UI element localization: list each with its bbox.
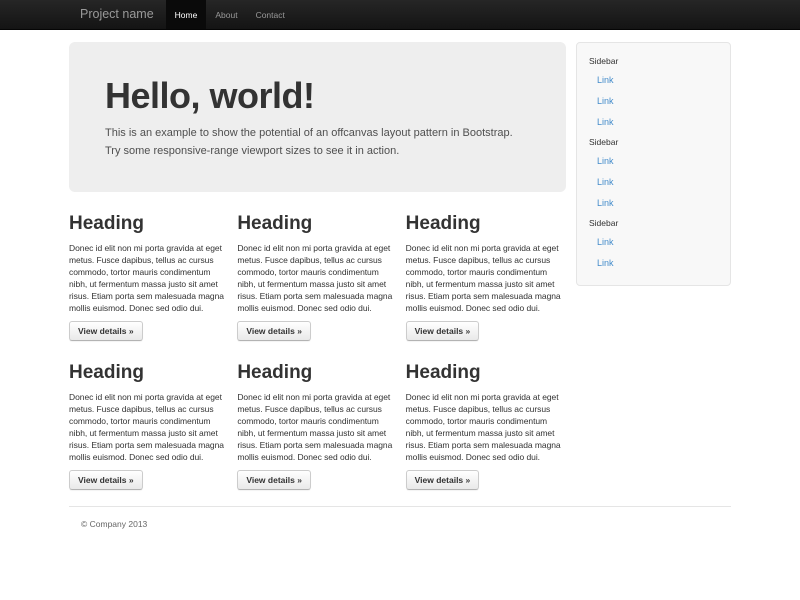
navbar-inner: Project name Home About Contact — [69, 0, 731, 29]
main-nav: Home About Contact — [166, 0, 294, 29]
sidebar-heading: Sidebar — [577, 132, 730, 150]
card-heading: Heading — [237, 212, 397, 236]
content-card: Heading Donec id elit non mi porta gravi… — [237, 212, 397, 341]
sidebar: Sidebar Link Link Link Sidebar Link Link… — [576, 42, 731, 286]
view-details-button[interactable]: View details » — [237, 321, 311, 341]
view-details-button[interactable]: View details » — [69, 470, 143, 490]
cards-row-1: Heading Donec id elit non mi porta gravi… — [69, 212, 566, 341]
card-body-text: Donec id elit non mi porta gravida at eg… — [69, 391, 229, 463]
navbar: Project name Home About Contact — [0, 0, 800, 30]
card-heading: Heading — [406, 212, 566, 236]
card-heading: Heading — [237, 361, 397, 385]
sidebar-heading: Sidebar — [577, 213, 730, 231]
nav-item-contact[interactable]: Contact — [247, 0, 294, 29]
card-heading: Heading — [69, 212, 229, 236]
content-card: Heading Donec id elit non mi porta gravi… — [406, 361, 566, 490]
content-card: Heading Donec id elit non mi porta gravi… — [69, 212, 229, 341]
sidebar-link[interactable]: Link — [577, 231, 730, 252]
view-details-button[interactable]: View details » — [69, 321, 143, 341]
cards-row-2: Heading Donec id elit non mi porta gravi… — [69, 361, 566, 490]
jumbotron: Hello, world! This is an example to show… — [69, 42, 566, 192]
sidebar-heading: Sidebar — [577, 51, 730, 69]
page-container: Hello, world! This is an example to show… — [69, 42, 731, 529]
sidebar-link[interactable]: Link — [577, 111, 730, 132]
copyright-text: © Company 2013 — [69, 519, 731, 529]
sidebar-link[interactable]: Link — [577, 171, 730, 192]
footer: © Company 2013 — [69, 506, 731, 529]
sidebar-link[interactable]: Link — [577, 252, 730, 273]
content-row: Hello, world! This is an example to show… — [69, 42, 731, 490]
card-heading: Heading — [406, 361, 566, 385]
sidebar-link[interactable]: Link — [577, 69, 730, 90]
sidebar-link[interactable]: Link — [577, 150, 730, 171]
footer-divider — [69, 506, 731, 507]
nav-item-about[interactable]: About — [206, 0, 246, 29]
view-details-button[interactable]: View details » — [237, 470, 311, 490]
jumbotron-description: This is an example to show the potential… — [105, 124, 530, 160]
content-card: Heading Donec id elit non mi porta gravi… — [69, 361, 229, 490]
view-details-button[interactable]: View details » — [406, 321, 480, 341]
card-body-text: Donec id elit non mi porta gravida at eg… — [406, 391, 566, 463]
nav-item-home[interactable]: Home — [166, 0, 207, 29]
card-body-text: Donec id elit non mi porta gravida at eg… — [237, 242, 397, 314]
card-heading: Heading — [69, 361, 229, 385]
card-body-text: Donec id elit non mi porta gravida at eg… — [237, 391, 397, 463]
card-body-text: Donec id elit non mi porta gravida at eg… — [406, 242, 566, 314]
content-card: Heading Donec id elit non mi porta gravi… — [237, 361, 397, 490]
content-card: Heading Donec id elit non mi porta gravi… — [406, 212, 566, 341]
brand-link[interactable]: Project name — [69, 0, 166, 29]
card-body-text: Donec id elit non mi porta gravida at eg… — [69, 242, 229, 314]
page-title: Hello, world! — [105, 76, 530, 116]
view-details-button[interactable]: View details » — [406, 470, 480, 490]
main-column: Hello, world! This is an example to show… — [69, 42, 566, 490]
sidebar-link[interactable]: Link — [577, 192, 730, 213]
sidebar-link[interactable]: Link — [577, 90, 730, 111]
